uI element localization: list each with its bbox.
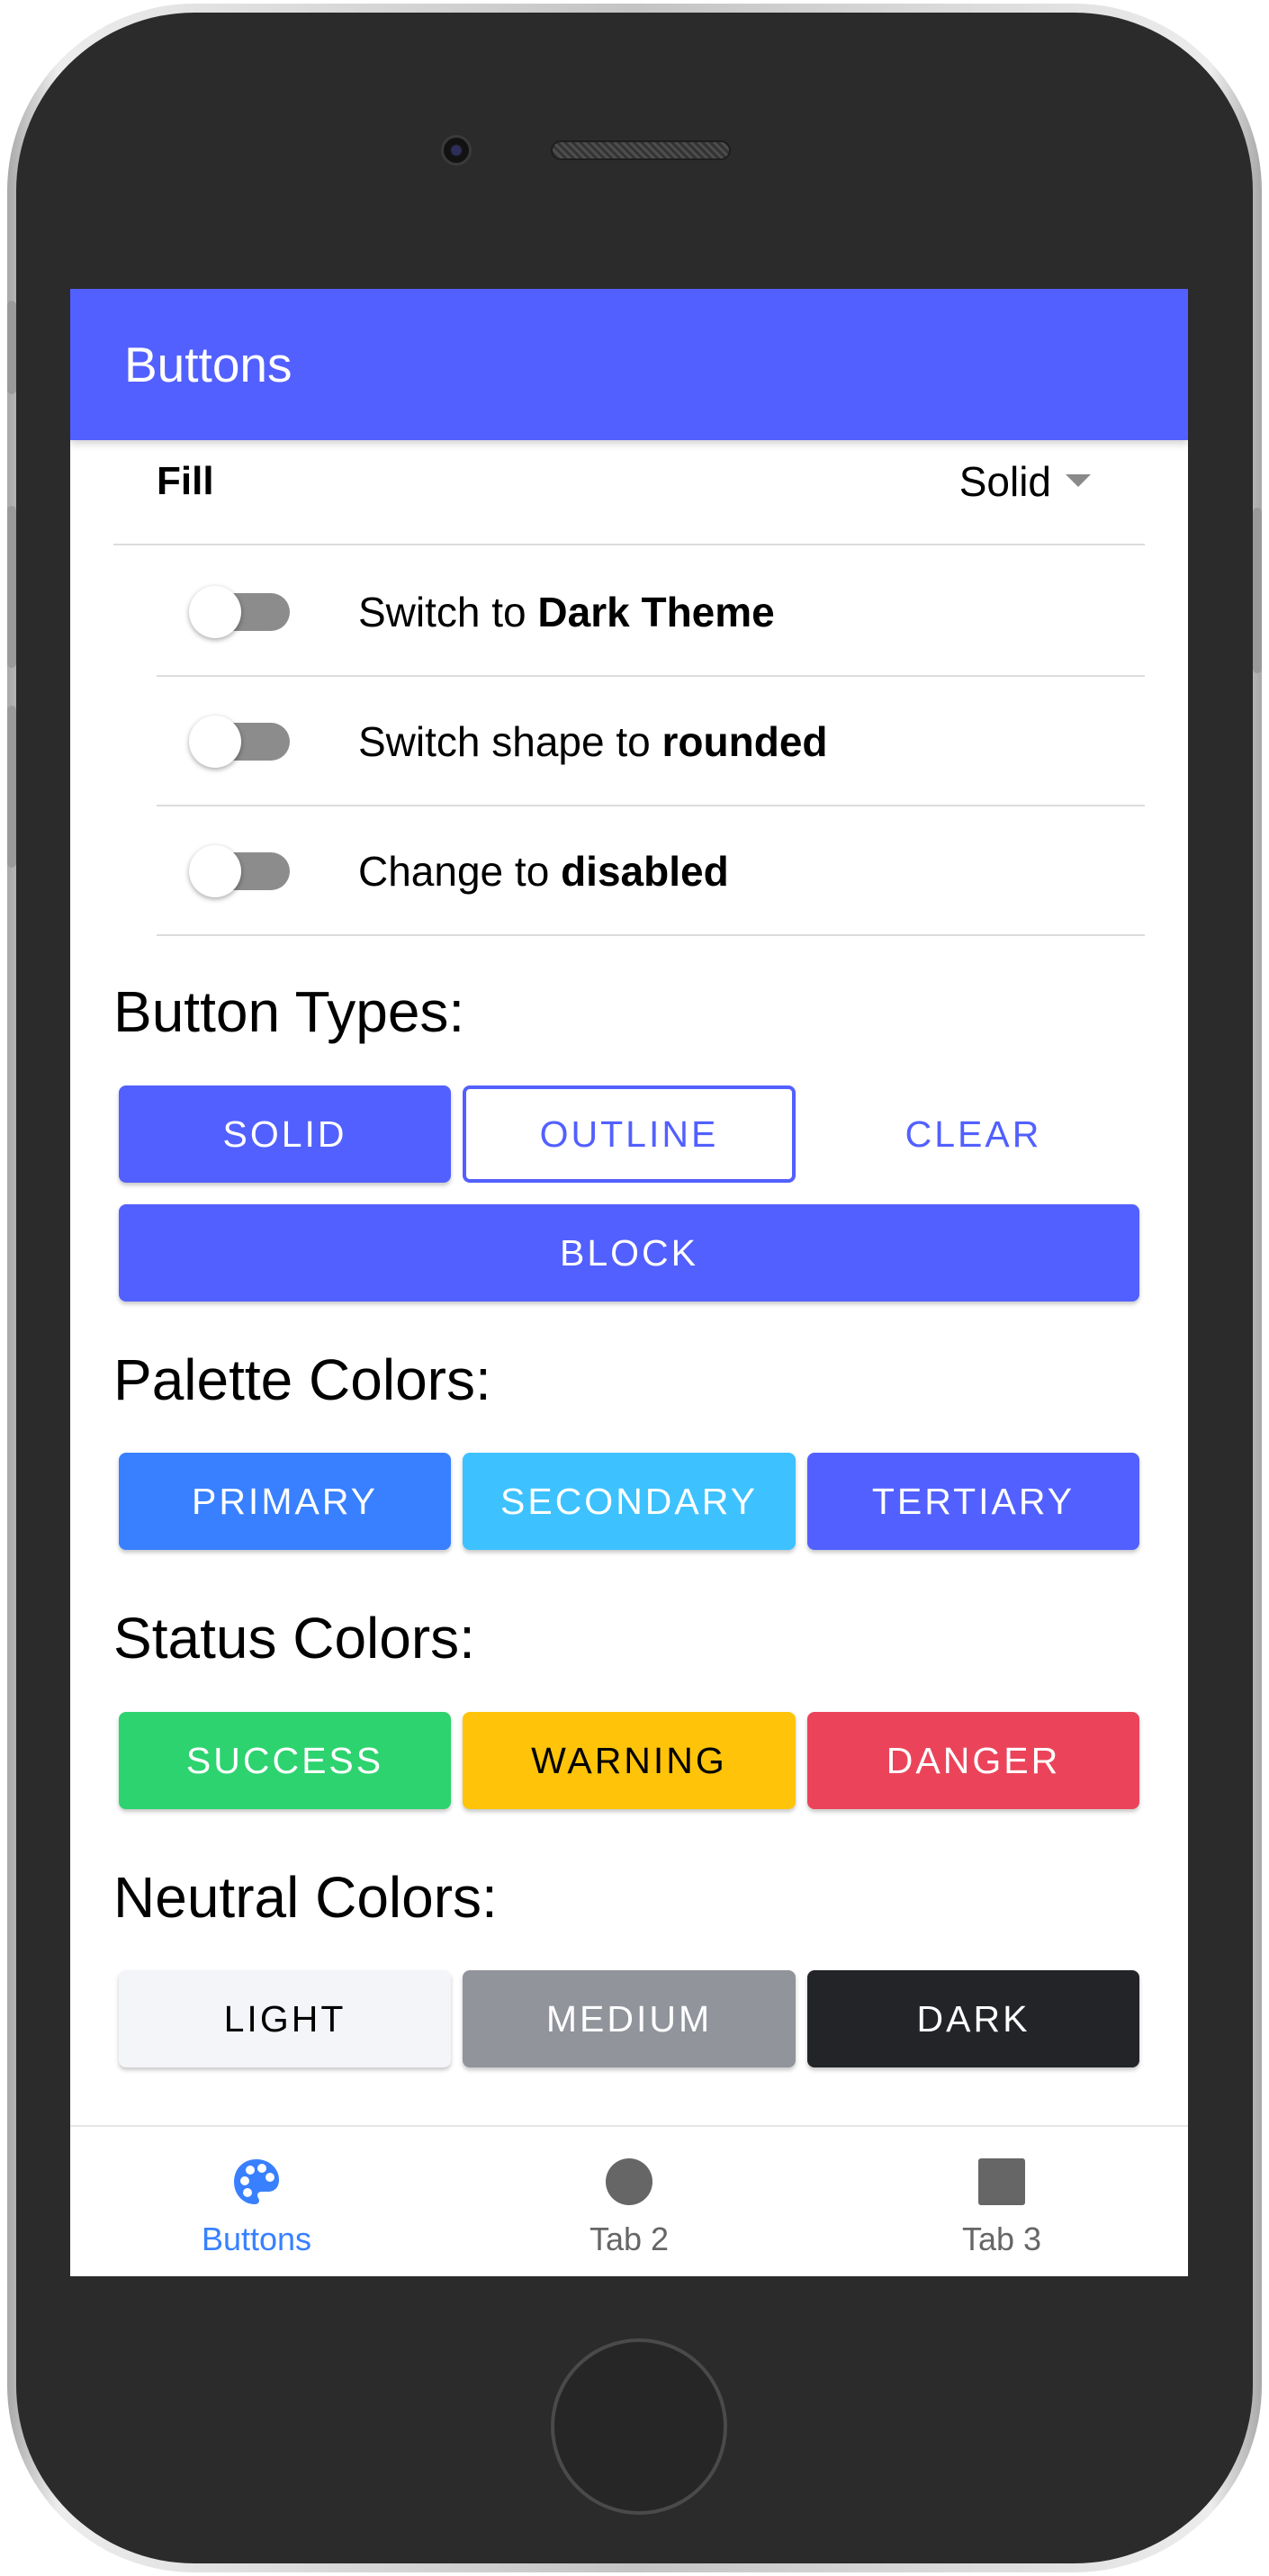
circle-icon	[606, 2158, 652, 2205]
toggle-label: Switch shape to rounded	[358, 677, 828, 806]
fill-select-row[interactable]: Fill Solid	[113, 440, 1145, 545]
fill-select-value[interactable]: Solid	[959, 440, 1051, 523]
power-button	[1253, 508, 1262, 673]
toggle-label-emphasis: disabled	[561, 848, 729, 895]
tab-bar: Buttons Tab 2 Tab 3	[70, 2125, 1188, 2276]
section-heading-palette-colors: Palette Colors:	[113, 1347, 491, 1412]
clear-button[interactable]: CLEAR	[807, 1085, 1139, 1183]
toggle-row-dark-theme: Switch to Dark Theme	[157, 547, 1145, 677]
toggle-knob	[189, 586, 241, 638]
tab-label: Tab 3	[961, 2220, 1042, 2257]
palette-icon	[234, 2159, 279, 2204]
toggle-label: Change to disabled	[358, 806, 729, 936]
app-screen: Buttons Fill Solid Switch to Dark Theme …	[70, 289, 1188, 2276]
page-title: Buttons	[124, 337, 292, 392]
toggle-label-prefix: Change to	[358, 848, 562, 895]
block-button[interactable]: BLOCK	[119, 1204, 1139, 1302]
toggle-label: Switch to Dark Theme	[358, 547, 775, 677]
section-heading-button-types: Button Types:	[113, 979, 465, 1044]
toggle-label-prefix: Switch to	[358, 589, 538, 635]
fill-label: Fill	[157, 459, 214, 503]
secondary-button[interactable]: SECONDARY	[463, 1453, 796, 1550]
front-camera	[441, 135, 472, 166]
mute-switch	[7, 301, 16, 394]
volume-down-button	[7, 706, 16, 868]
dark-button[interactable]: DARK	[807, 1970, 1139, 2067]
primary-button[interactable]: PRIMARY	[119, 1453, 451, 1550]
tertiary-button[interactable]: TERTIARY	[807, 1453, 1139, 1550]
warning-button[interactable]: WARNING	[463, 1712, 796, 1809]
tab-2[interactable]: Tab 2	[443, 2127, 815, 2276]
tab-buttons[interactable]: Buttons	[70, 2127, 443, 2276]
outline-button[interactable]: OUTLINE	[463, 1085, 796, 1183]
tab-label: Buttons	[201, 2220, 312, 2257]
home-button[interactable]	[551, 2338, 727, 2515]
success-button[interactable]: SUCCESS	[119, 1712, 451, 1809]
section-heading-neutral-colors: Neutral Colors:	[113, 1865, 498, 1930]
tab-3[interactable]: Tab 3	[815, 2127, 1188, 2276]
medium-button[interactable]: MEDIUM	[463, 1970, 796, 2067]
danger-button[interactable]: DANGER	[807, 1712, 1139, 1809]
section-heading-status-colors: Status Colors:	[113, 1606, 475, 1671]
volume-up-button	[7, 506, 16, 668]
toggle-row-disabled: Change to disabled	[157, 806, 1145, 936]
toggle-label-emphasis: rounded	[662, 718, 828, 765]
toggle-row-rounded: Switch shape to rounded	[157, 677, 1145, 806]
dark-theme-toggle[interactable]	[189, 586, 290, 638]
square-icon	[978, 2158, 1025, 2205]
toggle-label-prefix: Switch shape to	[358, 718, 662, 765]
earpiece-speaker	[551, 140, 731, 160]
light-button[interactable]: LIGHT	[119, 1970, 451, 2067]
toggle-label-emphasis: Dark Theme	[537, 589, 775, 635]
solid-button[interactable]: SOLID	[119, 1085, 451, 1183]
toolbar: Buttons	[70, 289, 1188, 440]
toggle-knob	[189, 845, 241, 897]
toggle-knob	[189, 716, 241, 768]
tab-label: Tab 2	[589, 2220, 670, 2257]
disabled-toggle[interactable]	[189, 845, 290, 897]
dropdown-arrow-icon[interactable]	[1066, 474, 1091, 487]
rounded-shape-toggle[interactable]	[189, 716, 290, 768]
